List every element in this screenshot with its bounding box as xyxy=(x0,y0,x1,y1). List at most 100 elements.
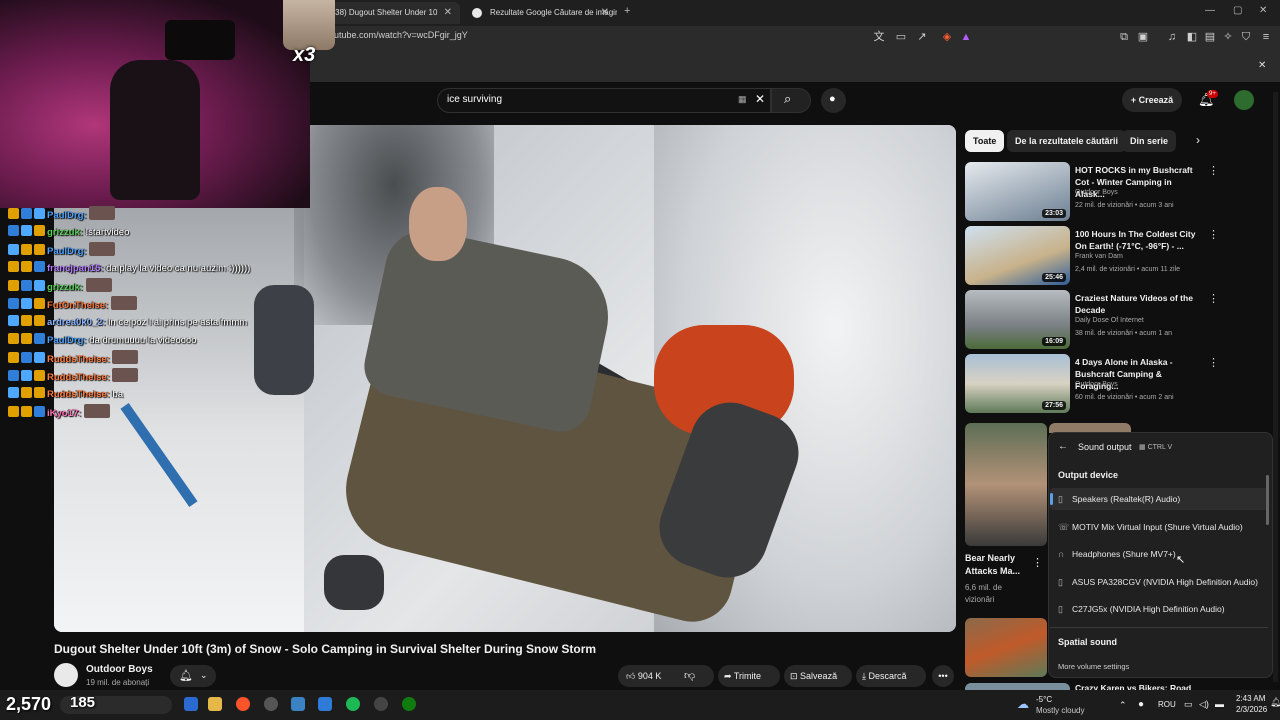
cast-icon[interactable]: ▭ xyxy=(895,31,907,43)
clock-date[interactable]: 2/3/2026 xyxy=(1236,705,1267,714)
maximize-icon[interactable]: ▢ xyxy=(1233,5,1242,16)
chat-text: !startvideo xyxy=(85,227,130,238)
kebab-menu-icon[interactable]: ⋮ xyxy=(1208,292,1219,305)
kebab-menu-icon[interactable]: ⋮ xyxy=(1208,164,1219,177)
device-option-motiv[interactable]: ☏ MOTIV Mix Virtual Input (Shure Virtual … xyxy=(1050,516,1268,538)
brave-shield-icon[interactable]: ◈ xyxy=(941,31,953,43)
network-icon[interactable]: ▭ xyxy=(1184,699,1193,710)
new-tab-icon[interactable]: + xyxy=(624,5,630,17)
obs-icon[interactable] xyxy=(264,697,278,711)
music-icon[interactable]: ♫ xyxy=(1166,31,1178,43)
short-title[interactable]: Bear Nearly Attacks Ma... xyxy=(965,552,1020,578)
brave-icon[interactable] xyxy=(236,697,250,711)
tab-google-images[interactable]: Rezultate Google Căutare de imagini ✕ xyxy=(462,2,617,24)
more-volume-settings-link[interactable]: More volume settings xyxy=(1058,662,1129,671)
channel-name[interactable]: Outdoor Boys xyxy=(86,664,153,675)
kebab-menu-icon[interactable]: ⋮ xyxy=(1208,356,1219,369)
webcam-overlay xyxy=(0,0,310,208)
google-favicon-icon xyxy=(472,8,482,18)
leo-ai-icon[interactable]: ✧ xyxy=(1222,31,1234,43)
save-button[interactable]: ⊡ Salvează xyxy=(784,665,852,687)
recommendation-thumbnail[interactable] xyxy=(965,618,1047,677)
wallet-icon[interactable]: ▤ xyxy=(1204,31,1216,43)
vpn-icon[interactable]: ⛉ xyxy=(1240,31,1252,43)
file-explorer-icon[interactable] xyxy=(208,697,222,711)
recommendation-item[interactable]: 25:46 100 Hours In The Coldest City On E… xyxy=(965,226,1265,286)
clock-time[interactable]: 2:43 AM xyxy=(1236,694,1265,703)
subscription-bell-button[interactable]: 🔔︎ ⌄ xyxy=(170,665,216,687)
extensions-icon[interactable]: ⧉ xyxy=(1118,31,1130,43)
device-option-c27jg5x[interactable]: ▯ C27JG5x (NVIDIA High Definition Audio) xyxy=(1050,598,1268,620)
device-option-speakers[interactable]: ▯ Speakers (Realtek(R) Audio) xyxy=(1050,488,1268,510)
speaker-icon: ▯ xyxy=(1058,604,1063,614)
weather-icon[interactable]: ☁ xyxy=(1017,697,1029,711)
chat-badge-icon xyxy=(21,370,32,381)
like-button[interactable]: 👍︎ 904 K xyxy=(626,665,661,687)
dislike-button[interactable]: 👎︎ xyxy=(684,665,695,687)
xbox-icon[interactable] xyxy=(402,697,416,711)
brave-rewards-icon[interactable]: ▲ xyxy=(960,31,972,43)
recommendation-item[interactable]: 16:09 Craziest Nature Videos of the Deca… xyxy=(965,290,1265,350)
mic-icon[interactable]: ● xyxy=(1138,699,1144,710)
app-icon[interactable] xyxy=(374,697,388,711)
spotify-icon[interactable] xyxy=(346,697,360,711)
viewer-counter: 2,570 xyxy=(6,694,52,714)
clear-search-icon[interactable]: ✕ xyxy=(755,92,765,106)
video-title: Dugout Shelter Under 10ft (3m) of Snow -… xyxy=(54,642,597,656)
recommendation-item[interactable]: 23:03 HOT ROCKS in my Bushcraft Cot - Wi… xyxy=(965,162,1265,222)
avatar[interactable] xyxy=(1234,90,1254,110)
app-icon[interactable] xyxy=(318,697,332,711)
spatial-sound-heading[interactable]: Spatial sound xyxy=(1058,637,1117,647)
close-infobar-icon[interactable]: ✕ xyxy=(1258,60,1266,71)
recommendation-thumbnail: 25:46 xyxy=(965,226,1070,285)
task-view-icon[interactable] xyxy=(184,697,198,711)
device-option-asus[interactable]: ▯ ASUS PA328CGV (NVIDIA High Definition A… xyxy=(1050,571,1268,593)
chevron-right-icon[interactable]: › xyxy=(1196,133,1200,147)
share-icon[interactable]: ↗ xyxy=(916,31,928,43)
minimize-icon[interactable]: — xyxy=(1205,5,1215,16)
translate-icon[interactable]: 文 xyxy=(873,31,885,43)
chat-badge-icon xyxy=(34,298,45,309)
chat-username: RuddsTheise: xyxy=(47,372,110,383)
close-tab-icon[interactable]: ✕ xyxy=(601,2,609,24)
download-label: Descarcă xyxy=(868,671,907,681)
recommendation-thumbnail[interactable] xyxy=(965,683,1070,690)
kebab-menu-icon[interactable]: ⋮ xyxy=(1032,556,1043,569)
more-actions-button[interactable]: ••• xyxy=(932,665,954,687)
notifications-icon[interactable]: 🔔︎ xyxy=(1270,697,1280,708)
chip-from-search[interactable]: De la rezultatele căutării xyxy=(1007,130,1127,152)
plus-icon: + xyxy=(1130,95,1139,105)
screenshot-icon[interactable]: ▣ xyxy=(1137,31,1149,43)
chat-username: PaulDrg: xyxy=(47,246,87,257)
back-arrow-icon[interactable]: ← xyxy=(1058,441,1068,452)
app-icon[interactable] xyxy=(291,697,305,711)
sound-output-title: Sound output xyxy=(1078,442,1132,452)
language-indicator[interactable]: ROU xyxy=(1158,700,1176,709)
url-text[interactable]: utube.com/watch?v=wcDFgir_jgY xyxy=(334,30,468,40)
download-button[interactable]: ⤓ Descarcă xyxy=(856,665,926,687)
sidebar-icon[interactable]: ◧ xyxy=(1186,31,1198,43)
webcam-shelf xyxy=(165,20,235,60)
share-button[interactable]: ➦ Trimite xyxy=(718,665,780,687)
weather-temp[interactable]: -5°C xyxy=(1036,695,1052,704)
chip-all[interactable]: Toate xyxy=(965,130,1005,152)
selected-indicator xyxy=(1050,493,1053,505)
close-window-icon[interactable]: ✕ xyxy=(1259,5,1267,16)
bell-icon: 🔔︎ xyxy=(179,670,193,682)
device-option-headphones[interactable]: ∩ Headphones (Shure MV7+) xyxy=(1050,543,1268,565)
chip-from-series[interactable]: Din serie xyxy=(1122,130,1177,152)
weather-text[interactable]: Mostly cloudy xyxy=(1036,706,1084,715)
create-button[interactable]: + Creează xyxy=(1122,88,1182,112)
recommendation-item[interactable]: 27:56 4 Days Alone in Alaska - Bushcraft… xyxy=(965,354,1265,414)
page-scrollbar[interactable] xyxy=(1273,92,1278,682)
menu-icon[interactable]: ≡ xyxy=(1260,31,1272,43)
close-tab-icon[interactable]: ✕ xyxy=(444,2,452,24)
battery-icon[interactable]: ▬ xyxy=(1215,699,1224,709)
keyboard-icon[interactable]: ▦ xyxy=(738,94,747,105)
scrollbar[interactable] xyxy=(1266,475,1269,525)
kebab-menu-icon[interactable]: ⋮ xyxy=(1208,228,1219,241)
short-thumbnail[interactable] xyxy=(965,423,1047,546)
channel-avatar[interactable] xyxy=(54,663,78,687)
chevron-up-icon[interactable]: ⌃ xyxy=(1119,700,1127,711)
volume-icon[interactable]: ◁) xyxy=(1199,699,1209,710)
